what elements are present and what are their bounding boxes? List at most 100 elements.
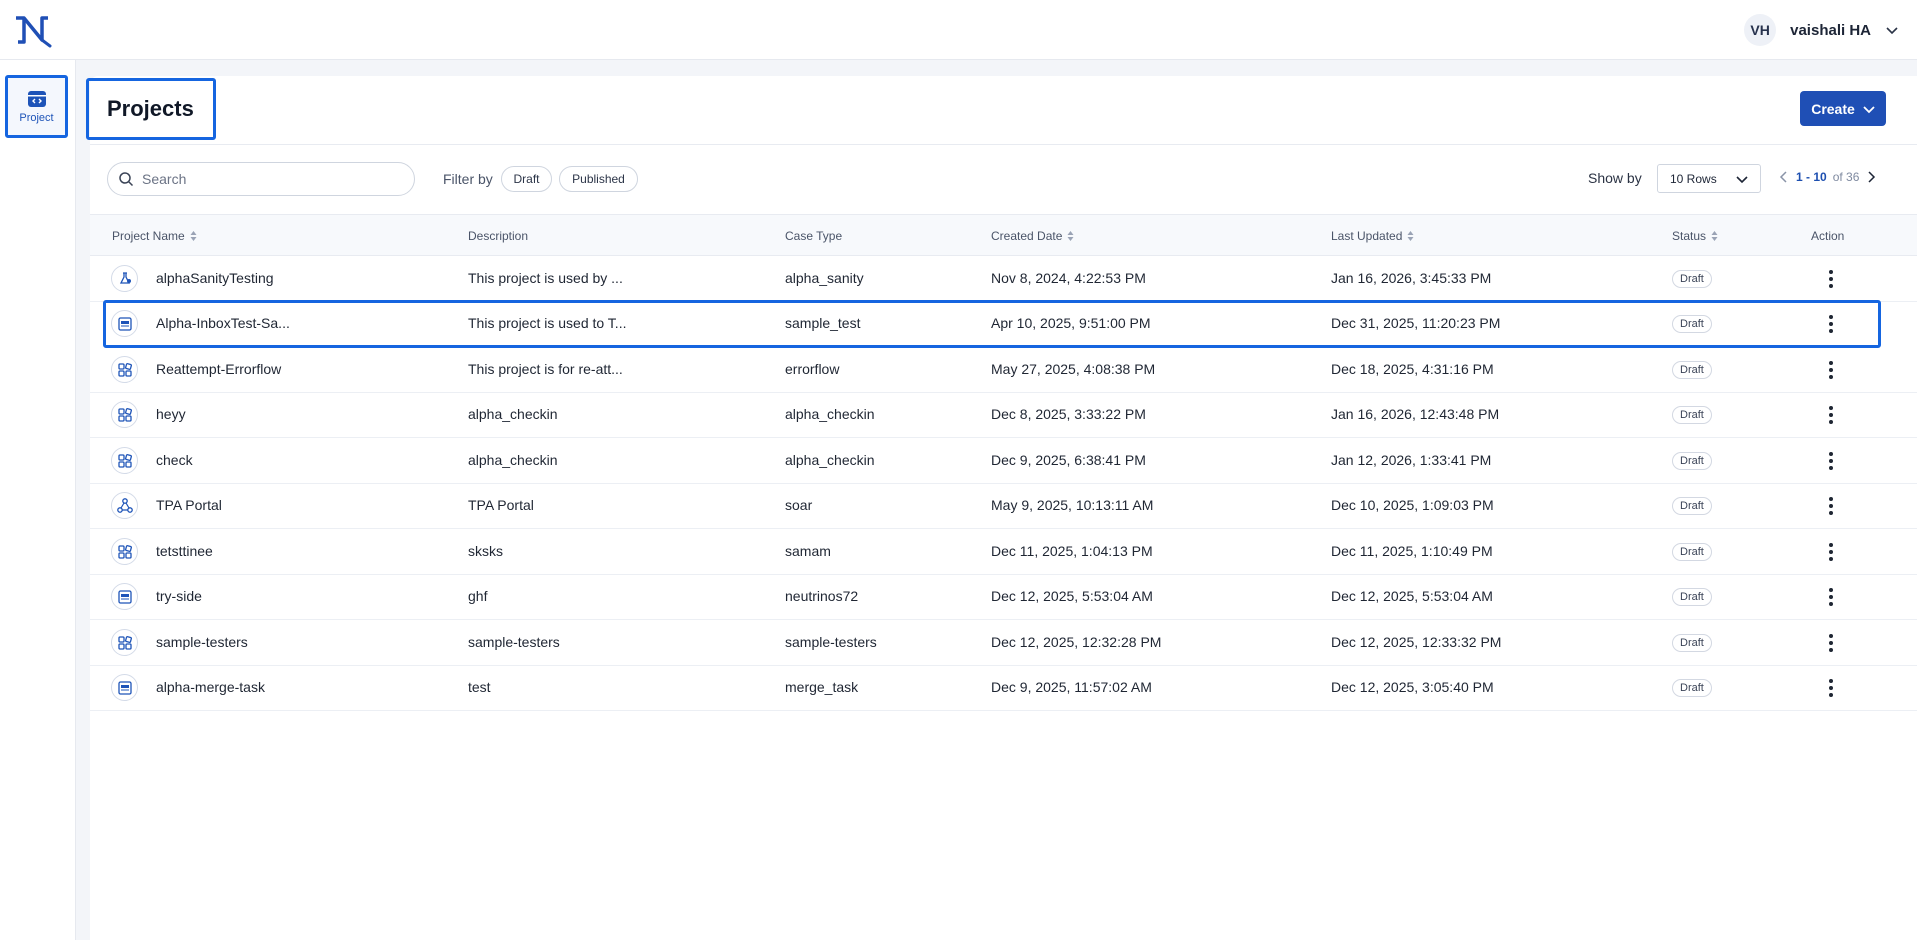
project-name[interactable]: tetsttinee xyxy=(156,543,213,559)
project-created-date: Dec 12, 2025, 5:53:04 AM xyxy=(991,588,1153,604)
user-menu[interactable]: VH vaishali HA xyxy=(1744,14,1899,46)
filter-chip-draft[interactable]: Draft xyxy=(501,166,552,192)
project-created-date: Dec 9, 2025, 11:57:02 AM xyxy=(991,679,1152,695)
page-title: Projects xyxy=(107,96,194,121)
create-button[interactable]: Create xyxy=(1800,91,1886,126)
table-row[interactable]: check alpha_checkin alpha_checkin Dec 9,… xyxy=(90,438,1917,484)
project-name[interactable]: TPA Portal xyxy=(156,497,222,513)
chevron-left-icon[interactable] xyxy=(1778,171,1790,183)
table-row[interactable]: Alpha-InboxTest-Sa... This project is us… xyxy=(103,300,1881,348)
rows-per-page-select[interactable]: 10 Rows xyxy=(1657,164,1761,193)
project-last-updated: Dec 18, 2025, 4:31:16 PM xyxy=(1331,361,1494,377)
sidebar-item-label: Project xyxy=(19,111,54,124)
project-case-type: sample-testers xyxy=(785,634,877,650)
sort-icon xyxy=(1711,231,1718,241)
project-case-type: samam xyxy=(785,543,831,559)
search-box[interactable] xyxy=(107,162,415,196)
grid-icon xyxy=(111,356,138,383)
table-row[interactable]: alpha-merge-task test merge_task Dec 9, … xyxy=(90,665,1917,711)
sidebar: Project xyxy=(0,60,76,940)
sidebar-item-project[interactable]: Project xyxy=(5,75,68,138)
column-header-last-updated[interactable]: Last Updated xyxy=(1331,229,1414,243)
project-name[interactable]: Reattempt-Errorflow xyxy=(156,361,281,377)
column-header-action: Action xyxy=(1811,229,1844,243)
more-actions-icon[interactable] xyxy=(1821,359,1841,381)
project-description: alpha_checkin xyxy=(468,406,558,422)
more-actions-icon[interactable] xyxy=(1821,404,1841,426)
project-case-type: soar xyxy=(785,497,813,513)
column-header-project-name[interactable]: Project Name xyxy=(112,229,197,243)
project-case-type: neutrinos72 xyxy=(785,588,859,604)
table-header: Project Name Description Case Type Creat… xyxy=(90,214,1917,256)
status-badge: Draft xyxy=(1672,543,1712,561)
rows-per-page-value: 10 Rows xyxy=(1670,171,1717,186)
project-created-date: Apr 10, 2025, 9:51:00 PM xyxy=(991,315,1151,331)
project-name[interactable]: try-side xyxy=(156,588,202,604)
table-row[interactable]: tetsttinee sksks samam Dec 11, 2025, 1:0… xyxy=(90,529,1917,575)
grid-icon xyxy=(111,538,138,565)
sdk-icon xyxy=(111,674,138,701)
project-last-updated: Dec 31, 2025, 11:20:23 PM xyxy=(1331,315,1501,331)
project-name[interactable]: heyy xyxy=(156,406,186,422)
table-row[interactable]: TPA Portal TPA Portal soar May 9, 2025, … xyxy=(90,483,1917,529)
column-header-case-type: Case Type xyxy=(785,229,842,243)
sort-icon xyxy=(190,231,197,241)
filter-label: Filter by xyxy=(443,171,493,187)
grid-icon xyxy=(111,629,138,656)
column-header-created-date[interactable]: Created Date xyxy=(991,229,1074,243)
status-badge: Draft xyxy=(1672,452,1712,470)
project-name[interactable]: alphaSanityTesting xyxy=(156,270,274,286)
more-actions-icon[interactable] xyxy=(1821,541,1841,563)
column-header-status[interactable]: Status xyxy=(1672,229,1718,243)
project-case-type: alpha_sanity xyxy=(785,270,864,286)
app-logo-icon[interactable] xyxy=(12,12,54,48)
table-row[interactable]: heyy alpha_checkin alpha_checkin Dec 8, … xyxy=(90,392,1917,438)
grid-icon xyxy=(111,447,138,474)
project-name[interactable]: sample-testers xyxy=(156,634,248,650)
table-row[interactable]: Reattempt-Errorflow This project is for … xyxy=(90,347,1917,393)
project-case-type: sample_test xyxy=(785,315,861,331)
project-description: ghf xyxy=(468,588,488,604)
chevron-down-icon xyxy=(1736,175,1748,183)
user-name: vaishali HA xyxy=(1790,21,1871,39)
column-label: Action xyxy=(1811,229,1845,243)
show-by-label: Show by xyxy=(1588,170,1642,186)
table-row[interactable]: alphaSanityTesting This project is used … xyxy=(90,256,1917,302)
more-actions-icon[interactable] xyxy=(1821,268,1841,290)
status-badge: Draft xyxy=(1672,315,1712,333)
project-last-updated: Dec 12, 2025, 5:53:04 AM xyxy=(1331,588,1493,604)
pagination: 1 - 10 of 36 xyxy=(1778,170,1877,184)
project-case-type: merge_task xyxy=(785,679,859,695)
sort-icon xyxy=(1407,231,1414,241)
grid-icon xyxy=(111,401,138,428)
more-actions-icon[interactable] xyxy=(1821,677,1841,699)
create-button-label: Create xyxy=(1811,100,1855,117)
project-case-type: alpha_checkin xyxy=(785,452,875,468)
project-icon xyxy=(27,90,46,107)
more-actions-icon[interactable] xyxy=(1821,632,1841,654)
project-last-updated: Dec 12, 2025, 3:05:40 PM xyxy=(1331,679,1494,695)
project-last-updated: Jan 16, 2026, 3:45:33 PM xyxy=(1331,270,1492,286)
status-badge: Draft xyxy=(1672,679,1712,697)
table-row[interactable]: sample-testers sample-testers sample-tes… xyxy=(90,620,1917,666)
project-name[interactable]: alpha-merge-task xyxy=(156,679,265,695)
header-divider xyxy=(90,144,1917,145)
more-actions-icon[interactable] xyxy=(1821,495,1841,517)
project-created-date: Dec 12, 2025, 12:32:28 PM xyxy=(991,634,1162,650)
filter-chip-published[interactable]: Published xyxy=(559,166,638,192)
page-total: of 36 xyxy=(1832,170,1860,184)
project-created-date: May 9, 2025, 10:13:11 AM xyxy=(991,497,1154,513)
top-bar: VH vaishali HA xyxy=(0,0,1917,60)
chevron-right-icon[interactable] xyxy=(1865,171,1877,183)
chevron-down-icon xyxy=(1863,105,1875,113)
column-label: Last Updated xyxy=(1331,229,1403,243)
flask-icon xyxy=(111,265,138,292)
table-row[interactable]: try-side ghf neutrinos72 Dec 12, 2025, 5… xyxy=(90,574,1917,620)
more-actions-icon[interactable] xyxy=(1821,586,1841,608)
project-name[interactable]: Alpha-InboxTest-Sa... xyxy=(156,315,290,331)
more-actions-icon[interactable] xyxy=(1821,450,1841,472)
project-name[interactable]: check xyxy=(156,452,193,468)
avatar: VH xyxy=(1744,14,1777,46)
more-actions-icon[interactable] xyxy=(1821,313,1841,335)
search-input[interactable] xyxy=(142,171,392,187)
